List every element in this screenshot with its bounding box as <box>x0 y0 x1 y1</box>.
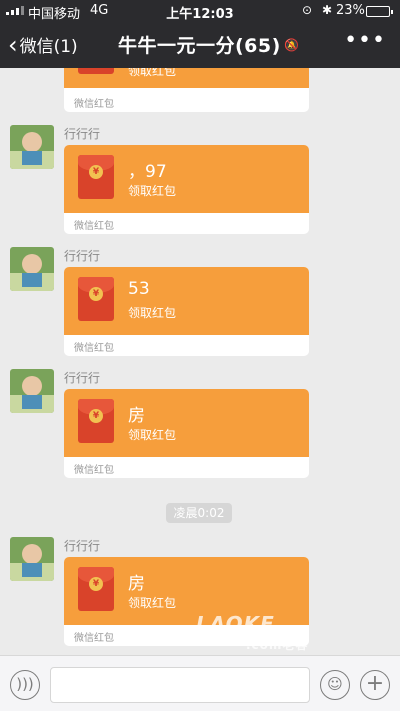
red-packet-sub: 领取红包 <box>128 428 177 442</box>
red-envelope-icon: ¥ <box>78 277 114 321</box>
chevron-left-icon: ‹ <box>8 30 18 59</box>
top-bar: 中国移动 4G 上午12:03 ⊙ ✱ 23% ‹ 微信(1) 牛牛一元一分(6… <box>0 0 400 68</box>
nav-bar: ‹ 微信(1) 牛牛一元一分(65) 🔕 ••• <box>0 22 400 68</box>
back-label: 微信(1) <box>19 37 78 57</box>
red-packet-footer: 微信红包 <box>74 633 114 644</box>
more-icon[interactable]: ••• <box>344 28 386 53</box>
red-envelope-icon: ¥ <box>78 155 114 199</box>
sender-name: 行行行 <box>64 539 101 553</box>
voice-icon[interactable]: ))) <box>10 670 40 700</box>
red-packet-text: 房 <box>128 406 145 426</box>
red-packet-footer: 微信红包 <box>74 465 114 476</box>
avatar[interactable] <box>10 369 54 413</box>
sender-name: 行行行 <box>64 127 101 141</box>
avatar[interactable] <box>10 125 54 169</box>
battery-percent: 23% <box>336 3 365 18</box>
avatar[interactable] <box>10 247 54 291</box>
avatar[interactable] <box>10 537 54 581</box>
red-packet-card[interactable]: ¥ 53 领取红包 微信红包 <box>64 267 309 356</box>
emoji-icon[interactable]: ☺ <box>320 670 350 700</box>
bluetooth-icon: ✱ <box>322 3 333 17</box>
red-packet-text: 房 <box>128 574 145 594</box>
message-input[interactable] <box>50 667 310 703</box>
time-divider: 凌晨0:02 <box>166 503 232 523</box>
input-bar: ))) ☺ + <box>0 655 400 711</box>
red-packet-footer: 微信红包 <box>74 221 114 232</box>
red-packet-footer: 微信红包 <box>74 99 114 110</box>
red-envelope-icon: ¥ <box>78 567 114 611</box>
back-button[interactable]: ‹ 微信(1) <box>8 30 78 59</box>
red-packet-sub: 领取红包 <box>128 306 177 320</box>
status-bar: 中国移动 4G 上午12:03 ⊙ ✱ 23% <box>0 0 400 22</box>
red-packet-card[interactable]: ¥ ，97 领取红包 微信红包 <box>64 145 309 234</box>
rotation-lock-icon: ⊙ <box>302 3 313 17</box>
mute-icon: 🔕 <box>284 38 299 52</box>
chat-title: 牛牛一元一分(65) <box>118 35 281 57</box>
red-packet-text: ，97 <box>128 162 167 182</box>
red-packet-sub: 领取红包 <box>128 184 177 198</box>
sender-name: 行行行 <box>64 371 101 385</box>
plus-icon[interactable]: + <box>360 670 390 700</box>
battery-icon <box>366 6 393 17</box>
red-envelope-icon: ¥ <box>78 399 114 443</box>
sender-name: 行行行 <box>64 249 101 263</box>
red-packet-card[interactable]: ¥ 房 领取红包 微信红包 <box>64 389 309 478</box>
red-packet-sub: 领取红包 <box>128 596 177 610</box>
red-packet-footer: 微信红包 <box>74 343 114 354</box>
watermark-logo: LAOKE .com老客 <box>196 612 309 652</box>
red-packet-text: 53 <box>128 279 150 299</box>
